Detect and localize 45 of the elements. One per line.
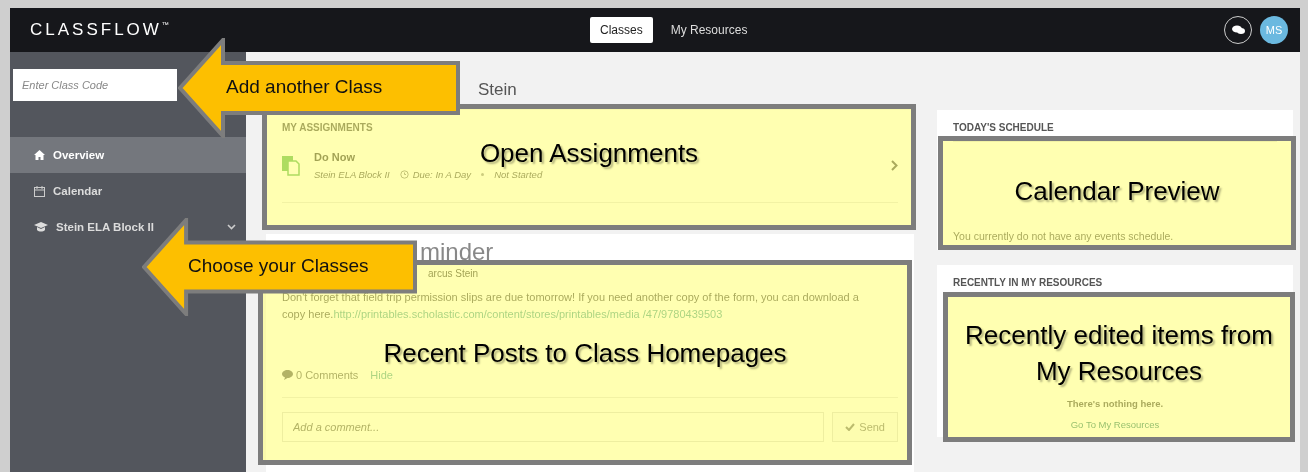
assignment-due: Due: In A Day — [412, 169, 472, 180]
card-title: TODAY'S SCHEDULE — [953, 122, 1055, 133]
my-resources-link[interactable]: Go To My Resources — [1070, 419, 1160, 430]
sidebar-item[interactable]: Stein ELA Block II — [10, 209, 246, 245]
comment-icon — [282, 370, 293, 380]
schedule-empty-text: You currently do not have any events schedule. — [953, 230, 1175, 242]
comment-field[interactable]: Add a comment... — [282, 412, 825, 442]
annotation-label: Choose your Classes — [188, 255, 369, 277]
sidebar-item-label: Stein ELA Block II — [56, 221, 155, 233]
annotation-label: Open Assignments — [479, 137, 699, 170]
assignment-status: Not Started — [494, 169, 543, 180]
post-author: arcus Stein — [428, 268, 479, 279]
annotation-label: Recently edited items from My Resources — [964, 319, 1274, 388]
classflow-logo: CLASSFLOW — [30, 20, 162, 40]
chat-bubbles-icon — [1231, 25, 1245, 35]
bullet-dot — [481, 173, 485, 176]
empty-text: There's nothing here. — [1066, 398, 1164, 409]
sidebar-item[interactable]: Calendar — [10, 173, 246, 209]
sidebar-item-label: Overview — [53, 149, 106, 161]
assignment-class: Stein ELA Block II — [314, 169, 390, 180]
send-button[interactable]: Send — [832, 412, 898, 442]
check-icon — [845, 423, 856, 431]
post-link[interactable]: http://printables.scholastic.com/content/stores/printables/media /47/9780439503 — [333, 308, 723, 320]
post-text: Don't forget that field trip permission slips are due tomorrow! If you need another copy of the form, you can download a copy here.http://printables.scholastic.com/content/stores/printables/media /47/9780439503 — [282, 290, 860, 322]
calendar-icon — [34, 185, 45, 197]
post-title: minder — [420, 238, 494, 265]
card-title: MY ASSIGNMENTS — [282, 122, 374, 133]
user-avatar[interactable]: MS — [1260, 16, 1288, 44]
assignment-title[interactable]: Do Now — [314, 151, 355, 163]
class-code-field[interactable]: Enter Class Code — [13, 69, 177, 101]
sidebar-item[interactable]: Overview — [10, 137, 246, 173]
comments-count[interactable]: 0 Comments — [296, 369, 359, 381]
annotation-label: Recent Posts to Class Homepages — [383, 337, 787, 370]
nav-tab[interactable]: Classes — [590, 17, 653, 43]
hide-link[interactable]: Hide — [370, 369, 393, 381]
graduation-cap-icon — [34, 222, 48, 232]
home-icon — [34, 150, 45, 160]
document-icon — [282, 155, 300, 176]
annotation-label: Calendar Preview — [1014, 175, 1220, 208]
clock-icon — [399, 170, 409, 179]
sidebar-item-label: Calendar — [53, 185, 104, 197]
card-title: RECENTLY IN MY RESOURCES — [953, 277, 1104, 288]
page-heading: Stein — [478, 80, 517, 100]
annotation-label: Add another Class — [226, 76, 383, 98]
nav-tab[interactable]: My Resources — [660, 17, 758, 43]
